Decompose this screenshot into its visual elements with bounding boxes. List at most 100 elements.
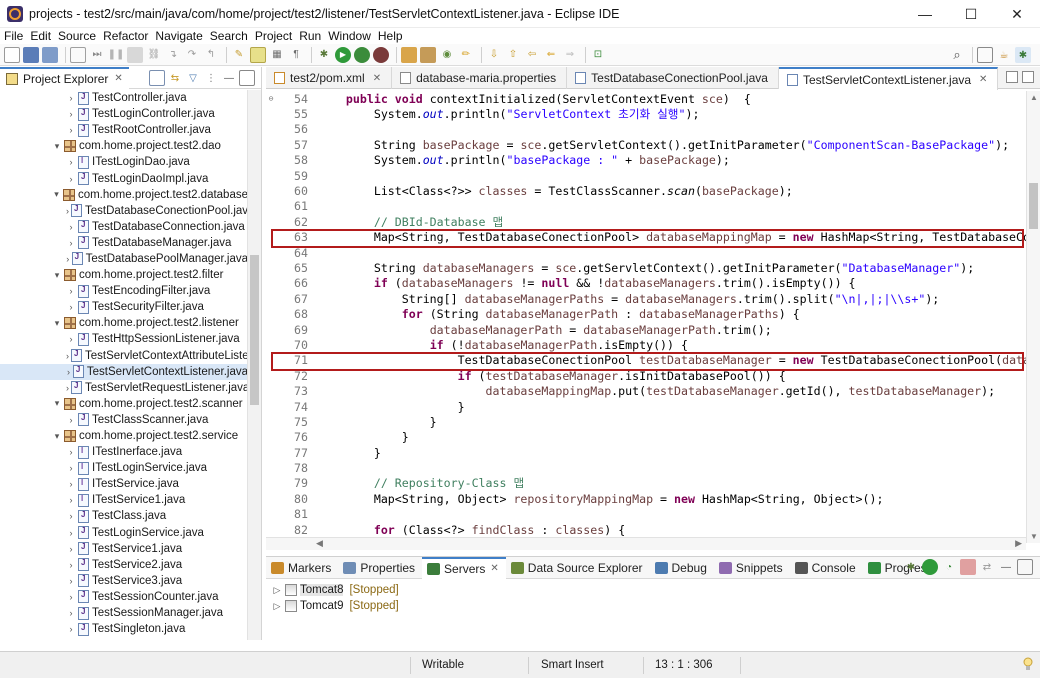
code-line[interactable]: 65 String databaseManagers = sce.getServ… [266,260,1026,275]
new-file-icon[interactable] [4,46,20,63]
tab-testservletcontextlistener[interactable]: TestServletContextListener.java ✕ [778,67,999,90]
expand-arrow-icon[interactable]: ▷ [272,585,282,596]
tree-package[interactable]: ▾ com.home.project.test2.listener [0,315,248,331]
tree-file[interactable]: › TestSessionManager.java [0,605,248,621]
collapse-arrow-icon[interactable]: ▾ [52,141,62,152]
editor-horizontal-scrollbar[interactable]: ◀ ▶ [266,537,1026,550]
pin-editor-icon[interactable]: ⊡ [590,47,606,63]
new-package-icon[interactable] [420,46,436,63]
tree-file[interactable]: › TestService1.java [0,541,248,557]
scroll-up-icon[interactable]: ▲ [1030,93,1038,102]
scrollbar-thumb[interactable] [250,255,259,405]
maximize-view-icon[interactable] [1017,559,1033,575]
minimize-button[interactable]: — [902,0,948,28]
tree-file[interactable]: › TestSingleton.java [0,621,248,637]
maximize-view-icon[interactable] [239,70,255,86]
tree-file[interactable]: › TestHttpSessionListener.java [0,331,248,347]
menu-file[interactable]: File [4,29,23,43]
expand-arrow-icon[interactable]: › [66,109,76,119]
save-icon[interactable] [23,46,39,63]
tree-file[interactable]: › TestService2.java [0,557,248,573]
scrollbar-thumb[interactable] [1029,183,1038,229]
code-line[interactable]: 68 for (String databaseManagerPath : dat… [266,306,1026,321]
close-icon[interactable]: ✕ [490,563,498,574]
tree-file[interactable]: › TestSessionCounter.java [0,589,248,605]
tree-file[interactable]: › ITestLoginService.java [0,460,248,476]
expand-arrow-icon[interactable]: ▷ [272,601,282,612]
expand-arrow-icon[interactable]: › [66,592,76,602]
start-server-icon[interactable] [922,559,938,575]
menu-navigate[interactable]: Navigate [155,29,202,43]
collapse-arrow-icon[interactable]: ▾ [52,398,62,409]
next-annotation-icon[interactable]: ⇩ [486,47,502,63]
coverage-icon[interactable] [354,46,370,63]
debug-icon[interactable]: ✱ [316,47,332,63]
code-line[interactable]: 82 for (Class<?> findClass : classes) { [266,522,1026,537]
menu-project[interactable]: Project [255,29,292,43]
expand-arrow-icon[interactable]: › [66,479,76,489]
expand-arrow-icon[interactable]: › [66,544,76,554]
expand-arrow-icon[interactable]: › [66,447,76,457]
tree-file[interactable]: › TestDatabasePoolManager.java [0,251,248,267]
expand-arrow-icon[interactable]: › [66,528,76,538]
expand-arrow-icon[interactable]: › [66,206,69,216]
filter-icon[interactable]: ▽ [185,70,201,86]
scroll-right-icon[interactable]: ▶ [1015,538,1022,549]
profile-server-icon[interactable]: ◔ [941,559,957,575]
expand-arrow-icon[interactable]: › [66,608,76,618]
expand-arrow-icon[interactable]: › [66,576,76,586]
save-all-icon[interactable] [42,46,58,63]
tree-file[interactable]: › TestDatabaseConectionPool.java [0,203,248,219]
tree-file[interactable]: › TestController.java [0,90,248,106]
step-return-icon[interactable]: ↰ [203,47,219,63]
new-java-project-icon[interactable] [401,46,417,63]
menu-search[interactable]: Search [210,29,248,43]
tree-file[interactable]: › TestServletContextAttributeListe [0,348,248,364]
new-class-icon[interactable]: ◉ [439,47,455,63]
menu-run[interactable]: Run [299,29,321,43]
maximize-button[interactable]: ☐ [948,0,994,28]
step-into-icon[interactable]: ↴ [165,47,181,63]
code-line[interactable]: 56 [266,122,1026,137]
tree-file[interactable]: › ITestLoginDao.java [0,154,248,170]
expand-arrow-icon[interactable]: › [66,238,76,248]
code-line[interactable]: 73 databaseMappingMap.put(testDatabaseMa… [266,383,1026,398]
project-explorer-tab[interactable]: Project Explorer ✕ [0,66,129,89]
minimize-editor-icon[interactable] [1006,71,1018,83]
tab-debug[interactable]: Debug [650,557,714,579]
fold-marker-icon[interactable]: ⊖ [266,94,276,103]
highlighted-code-line[interactable]: 71 TestDatabaseConectionPool testDatabas… [266,351,1026,372]
tree-file[interactable]: › ITestService1.java [0,492,248,508]
tab-snippets[interactable]: Snippets [714,557,790,579]
server-row-tomcat8[interactable]: ▷ Tomcat8 [Stopped] [266,582,1040,598]
java-ee-perspective-icon[interactable]: ☕ [996,47,1012,63]
tree-file[interactable]: › TestClassScanner.java [0,412,248,428]
project-explorer-scrollbar[interactable] [247,90,261,640]
debug-server-icon[interactable]: ✱ [903,559,919,575]
tree-file[interactable]: › TestService3.java [0,573,248,589]
tree-package[interactable]: ▾ com.home.project.test2.service [0,428,248,444]
external-tools-icon[interactable] [373,46,389,63]
code-line[interactable]: 77 } [266,445,1026,460]
tab-data-source-explorer[interactable]: Data Source Explorer [506,557,650,579]
tree-file[interactable]: › TestLoginDaoImpl.java [0,170,248,186]
close-icon[interactable]: ✕ [114,73,122,84]
code-line[interactable]: 61 [266,199,1026,214]
expand-arrow-icon[interactable]: › [66,334,76,344]
tree-file[interactable]: › ITestService.java [0,476,248,492]
code-line[interactable]: 60 List<Class<?>> classes = TestClassSca… [266,183,1026,198]
tree-package[interactable]: ▾ com.home.project.test2.database [0,187,248,203]
tab-markers[interactable]: Markers [266,557,338,579]
back-icon[interactable]: ⇐ [543,47,559,63]
code-line[interactable]: 81 [266,507,1026,522]
tree-file[interactable]: › TestLoginService.java [0,525,248,541]
collapse-arrow-icon[interactable]: ▾ [52,318,62,329]
skip-breakpoints-icon[interactable]: ⏭ [89,47,105,63]
collapse-arrow-icon[interactable]: ▾ [52,270,62,281]
menu-edit[interactable]: Edit [30,29,51,43]
highlighted-code-line[interactable]: 63 Map<String, TestDatabaseConectionPool… [266,228,1026,249]
code-line[interactable]: 72 if (testDatabaseManager.isInitDatabas… [266,368,1026,383]
minimize-view-icon[interactable]: — [998,559,1014,575]
tab-servers[interactable]: Servers ✕ [422,556,506,579]
expand-arrow-icon[interactable]: › [66,93,76,103]
